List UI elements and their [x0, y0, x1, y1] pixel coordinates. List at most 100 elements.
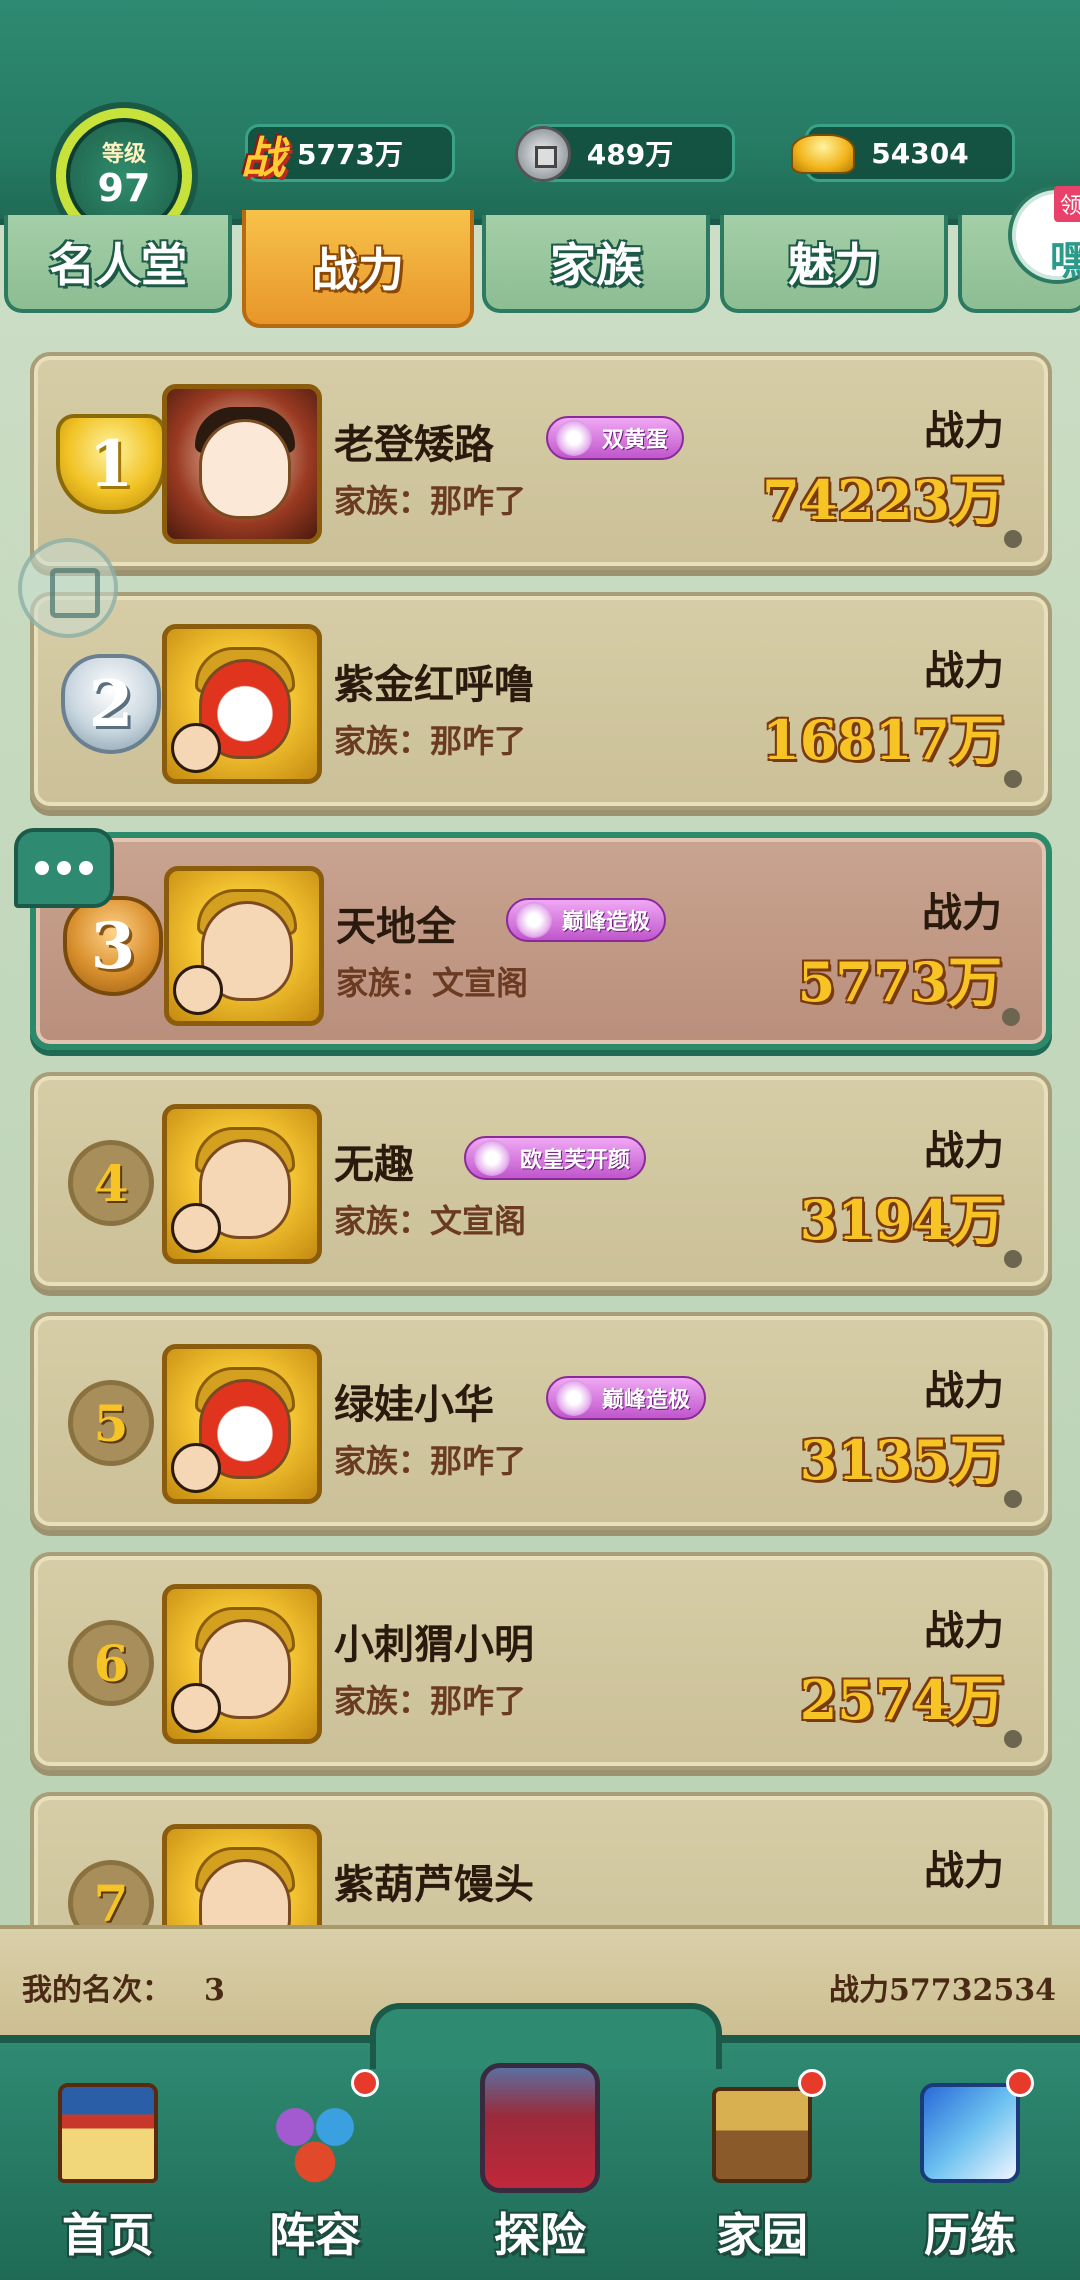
power-label: 战力	[922, 889, 1002, 936]
avatar[interactable]	[162, 624, 322, 784]
power-label: 战力	[924, 1127, 1004, 1174]
gold-resource-value: 54304	[871, 136, 969, 170]
row-dot	[1002, 1008, 1020, 1026]
ranking-row[interactable]: 6 小刺猬小明 家族：那咋了 战力 2574万	[30, 1552, 1052, 1770]
gift-text: 嘿	[1050, 238, 1080, 284]
player-clan: 家族：那咋了	[334, 1682, 527, 1720]
floating-menu-button[interactable]	[18, 538, 118, 638]
silver-coin-icon	[508, 119, 578, 189]
player-clan: 家族：文宣阁	[334, 1202, 527, 1240]
tab-hall-of-fame[interactable]: 名人堂	[4, 215, 232, 313]
avatar[interactable]	[162, 1344, 322, 1504]
player-clan: 家族：那咋了	[334, 1442, 527, 1480]
nav-training-label: 历练	[924, 2208, 1016, 2262]
row-dot	[1004, 1490, 1022, 1508]
player-name: 小刺猬小明	[334, 1621, 534, 1668]
notification-dot	[351, 2069, 379, 2097]
gold-resource[interactable]: 54304	[791, 124, 1015, 182]
power-value: 74223万	[762, 468, 1004, 532]
title-badge: 双黄蛋	[546, 416, 685, 460]
avatar-face	[199, 419, 291, 519]
row-dot	[1004, 530, 1022, 548]
my-rank-value: 3	[204, 1973, 225, 2008]
nav-explore-label: 探险	[494, 2208, 586, 2262]
house-icon	[712, 2087, 812, 2183]
nav-home[interactable]: 首页	[18, 2073, 198, 2273]
title-badge: 欧皇芙开颜	[464, 1136, 647, 1180]
ranking-row[interactable]: 4 无趣 欧皇芙开颜 家族：文宣阁 战力 3194万	[30, 1072, 1052, 1290]
ranking-row[interactable]: 7 紫葫芦馒头 战力	[30, 1792, 1052, 1925]
bottom-nav: 首页 阵容 探险 家园 历练	[0, 2003, 1080, 2280]
rank-number: 6	[68, 1620, 154, 1706]
avatar[interactable]	[164, 866, 324, 1026]
player-name: 紫葫芦馒头	[334, 1861, 534, 1908]
level-value: 97	[97, 166, 151, 210]
nav-explore[interactable]: 探险	[450, 2063, 630, 2273]
silver-resource[interactable]: 489万	[515, 124, 735, 182]
power-value: 2574万	[799, 1668, 1004, 1732]
sword-mountain-icon	[920, 2083, 1020, 2183]
avatar-mini-face	[171, 1203, 221, 1253]
title-badge: 巅峰造极	[506, 898, 667, 942]
power-resource: 战 5773万	[241, 124, 455, 184]
notification-dot	[1006, 2069, 1034, 2097]
power-value: 16817万	[762, 708, 1004, 772]
top-bar: 等级 97 战 5773万 489万 54304	[0, 0, 1080, 244]
player-name: 天地全	[336, 903, 456, 950]
gourds-icon	[265, 2087, 365, 2187]
nav-homeland-label: 家园	[716, 2208, 808, 2262]
explore-gate-icon	[480, 2063, 600, 2193]
gift-tag: 领	[1054, 186, 1080, 222]
gold-medal-icon: 1	[46, 404, 176, 524]
ranking-row[interactable]: 2 紫金红呼噜 家族：那咋了 战力 16817万	[30, 592, 1052, 810]
nav-team-label: 阵容	[269, 2208, 361, 2262]
ranking-row[interactable]: 5 绿娃小华 巅峰造极 家族：那咋了 战力 3135万	[30, 1312, 1052, 1530]
ranking-list[interactable]: 1 老登矮路 双黄蛋 家族：那咋了 战力 74223万 2 紫金红呼噜 家族：那…	[0, 340, 1080, 1925]
avatar-mini-face	[171, 1443, 221, 1493]
my-rank-label: 我的名次：	[22, 1973, 172, 2008]
rank-number: 7	[68, 1860, 154, 1925]
tab-power[interactable]: 战力	[242, 210, 474, 328]
player-name: 老登矮路	[334, 421, 494, 468]
power-label: 战力	[924, 1607, 1004, 1654]
tab-charm[interactable]: 魅力	[720, 215, 948, 313]
row-dot	[1004, 770, 1022, 788]
silver-medal-icon: 2	[46, 644, 176, 764]
power-value: 3194万	[799, 1188, 1004, 1252]
player-name: 紫金红呼噜	[334, 661, 534, 708]
power-label: 战力	[924, 1367, 1004, 1414]
avatar[interactable]	[162, 1584, 322, 1744]
power-value: 3135万	[799, 1428, 1004, 1492]
nav-training[interactable]: 历练	[880, 2069, 1060, 2273]
power-resource-value: 5773万	[297, 138, 403, 171]
row-dot	[1004, 1250, 1022, 1268]
avatar-mini-face	[171, 723, 221, 773]
row-dot	[1004, 1730, 1022, 1748]
chat-bubble-icon[interactable]	[14, 828, 114, 908]
nav-team[interactable]: 阵容	[225, 2069, 405, 2273]
avatar-mini-face	[173, 965, 223, 1015]
nav-homeland[interactable]: 家园	[672, 2069, 852, 2273]
power-label: 战力	[924, 407, 1004, 454]
title-badge: 巅峰造极	[546, 1376, 707, 1420]
player-name: 无趣	[334, 1141, 414, 1188]
rank-number: 4	[68, 1140, 154, 1226]
ranking-row-self[interactable]: 3 天地全 巅峰造极 家族：文宣阁 战力 5773万	[14, 828, 1052, 1050]
tab-family[interactable]: 家族	[482, 215, 710, 313]
player-clan: 家族：文宣阁	[336, 964, 529, 1002]
avatar[interactable]	[162, 1824, 322, 1925]
avatar[interactable]	[162, 1104, 322, 1264]
avatar[interactable]	[162, 384, 322, 544]
rank-number: 5	[68, 1380, 154, 1466]
notification-dot	[798, 2069, 826, 2097]
power-label: 战力	[924, 647, 1004, 694]
ranking-row[interactable]: 1 老登矮路 双黄蛋 家族：那咋了 战力 74223万	[30, 352, 1052, 570]
level-label: 等级	[101, 142, 146, 167]
player-clan: 家族：那咋了	[334, 722, 527, 760]
gold-ingot-icon	[788, 119, 858, 189]
player-clan: 家族：那咋了	[334, 482, 527, 520]
power-value: 5773万	[797, 950, 1002, 1014]
nav-home-label: 首页	[62, 2208, 154, 2262]
power-label: 战力	[924, 1847, 1004, 1894]
power-icon: 战	[241, 133, 285, 184]
